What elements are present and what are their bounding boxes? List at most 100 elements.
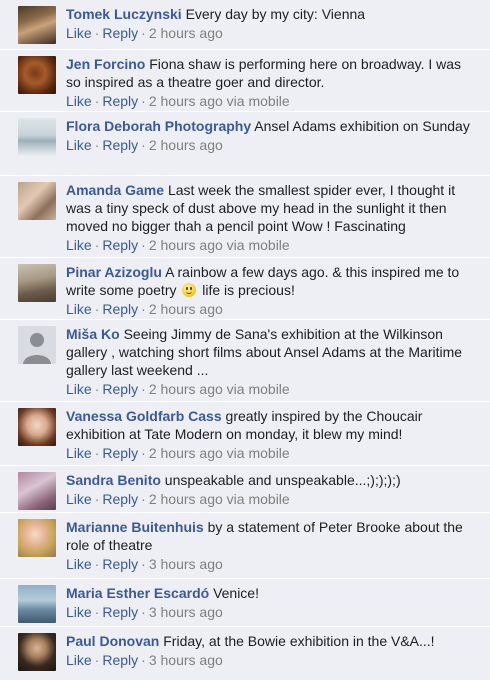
- comment-item: Pinar Azizoglu A rainbow a few days ago.…: [0, 258, 490, 320]
- separator: ·: [141, 381, 146, 397]
- like-link[interactable]: Like: [66, 491, 92, 507]
- separator: ·: [94, 301, 100, 317]
- comment-timestamp[interactable]: 2 hours ago: [149, 491, 223, 507]
- comment-author[interactable]: Miša Ko: [66, 326, 120, 342]
- reply-link[interactable]: Reply: [102, 301, 138, 317]
- comment-text: Ansel Adams exhibition on Sunday: [254, 118, 470, 134]
- comment-meta: Like · Reply · 2 hours ago via mobile: [66, 490, 476, 508]
- avatar[interactable]: [18, 182, 56, 220]
- smiley-emoticon-icon: [182, 283, 197, 297]
- like-link[interactable]: Like: [66, 25, 92, 41]
- separator: ·: [141, 652, 146, 668]
- like-link[interactable]: Like: [66, 604, 92, 620]
- comment-source: via mobile: [226, 381, 290, 397]
- comment-timestamp[interactable]: 2 hours ago: [149, 237, 223, 253]
- comment-author[interactable]: Jen Forcino: [66, 56, 145, 72]
- comment-text: life is precious!: [202, 282, 295, 298]
- comment-author[interactable]: Vanessa Goldfarb Cass: [66, 408, 222, 424]
- comment-meta: Like · Reply · 3 hours ago: [66, 603, 476, 621]
- avatar[interactable]: [18, 519, 56, 557]
- comment-source: via mobile: [226, 491, 290, 507]
- comment-author[interactable]: Amanda Game: [66, 182, 164, 198]
- avatar[interactable]: [18, 56, 56, 94]
- comment-timestamp[interactable]: 2 hours ago: [149, 381, 223, 397]
- reply-link[interactable]: Reply: [102, 25, 138, 41]
- like-link[interactable]: Like: [66, 137, 92, 153]
- comment-source: via mobile: [226, 237, 290, 253]
- comment-meta: Like · Reply · 2 hours ago: [66, 300, 476, 318]
- like-link[interactable]: Like: [66, 301, 92, 317]
- reply-link[interactable]: Reply: [102, 491, 138, 507]
- comment-timestamp[interactable]: 3 hours ago: [149, 556, 223, 572]
- like-link[interactable]: Like: [66, 381, 92, 397]
- comment-author[interactable]: Paul Donovan: [66, 633, 159, 649]
- reply-link[interactable]: Reply: [102, 652, 138, 668]
- comment-timestamp[interactable]: 2 hours ago: [149, 301, 223, 317]
- comment-author[interactable]: Tomek Luczynski: [66, 6, 182, 22]
- comment-list: Tomek Luczynski Every day by my city: Vi…: [0, 0, 490, 680]
- avatar[interactable]: [18, 118, 56, 156]
- comment-timestamp[interactable]: 2 hours ago: [149, 445, 223, 461]
- separator: ·: [141, 556, 146, 572]
- comment-item: Paul Donovan Friday, at the Bowie exhibi…: [0, 627, 490, 680]
- comment-timestamp[interactable]: 2 hours ago: [149, 25, 223, 41]
- comment-timestamp[interactable]: 3 hours ago: [149, 652, 223, 668]
- comment-timestamp[interactable]: 2 hours ago: [149, 93, 223, 109]
- reply-link[interactable]: Reply: [102, 445, 138, 461]
- comment-item: Maria Esther Escardó Venice! Like · Reply ·…: [0, 579, 490, 627]
- comment-author[interactable]: Maria Esther Escardó: [66, 585, 209, 601]
- comment-meta: Like · Reply · 2 hours ago via mobile: [66, 380, 476, 398]
- comment-source: via mobile: [226, 445, 290, 461]
- separator: ·: [94, 93, 100, 109]
- reply-link[interactable]: Reply: [102, 381, 138, 397]
- comment-text: Friday, at the Bowie exhibition in the V…: [163, 633, 435, 649]
- comment-item: Vanessa Goldfarb Cass greatly inspired b…: [0, 402, 490, 466]
- comment-timestamp[interactable]: 2 hours ago: [149, 137, 223, 153]
- separator: ·: [141, 25, 146, 41]
- reply-link[interactable]: Reply: [102, 137, 138, 153]
- comment-item: Amanda Game Last week the smallest spide…: [0, 176, 490, 258]
- comment-item: Jen Forcino Fiona shaw is performing her…: [0, 50, 490, 112]
- comment-text: Every day by my city: Vienna: [185, 6, 366, 22]
- avatar[interactable]: [18, 633, 56, 671]
- separator: ·: [141, 445, 146, 461]
- comment-meta: Like · Reply · 2 hours ago via mobile: [66, 444, 476, 462]
- separator: ·: [94, 445, 100, 461]
- comment-meta: Like · Reply · 3 hours ago: [66, 651, 476, 669]
- separator: ·: [94, 381, 100, 397]
- comment-meta: Like · Reply · 2 hours ago: [66, 136, 476, 154]
- reply-link[interactable]: Reply: [102, 556, 138, 572]
- separator: ·: [141, 93, 146, 109]
- avatar[interactable]: [18, 326, 56, 364]
- like-link[interactable]: Like: [66, 652, 92, 668]
- like-link[interactable]: Like: [66, 237, 92, 253]
- comment-author[interactable]: Flora Deborah Photography: [66, 118, 251, 134]
- comment-text: unspeakable and unspeakable...;);););): [164, 472, 401, 488]
- avatar[interactable]: [18, 585, 56, 623]
- reply-link[interactable]: Reply: [102, 604, 138, 620]
- avatar[interactable]: [18, 264, 56, 302]
- separator: ·: [94, 652, 100, 668]
- comment-meta: Like · Reply · 2 hours ago via mobile: [66, 236, 476, 254]
- comment-item: Marianne Buitenhuis by a statement of Pe…: [0, 513, 490, 579]
- comment-meta: Like · Reply · 2 hours ago: [66, 24, 476, 42]
- avatar[interactable]: [18, 6, 56, 44]
- comment-timestamp[interactable]: 3 hours ago: [149, 604, 223, 620]
- separator: ·: [94, 237, 100, 253]
- reply-link[interactable]: Reply: [102, 93, 138, 109]
- separator: ·: [141, 301, 146, 317]
- comment-author[interactable]: Sandra Benito: [66, 472, 161, 488]
- comment-author[interactable]: Marianne Buitenhuis: [66, 519, 204, 535]
- like-link[interactable]: Like: [66, 556, 92, 572]
- avatar[interactable]: [18, 472, 56, 510]
- separator: ·: [94, 556, 100, 572]
- reply-link[interactable]: Reply: [102, 237, 138, 253]
- comment-text: Seeing Jimmy de Sana's exhibition at the…: [66, 326, 463, 378]
- separator: ·: [94, 25, 100, 41]
- avatar[interactable]: [18, 408, 56, 446]
- separator: ·: [94, 137, 100, 153]
- comment-meta: Like · Reply · 3 hours ago: [66, 555, 476, 573]
- like-link[interactable]: Like: [66, 445, 92, 461]
- comment-author[interactable]: Pinar Azizoglu: [66, 264, 162, 280]
- like-link[interactable]: Like: [66, 93, 92, 109]
